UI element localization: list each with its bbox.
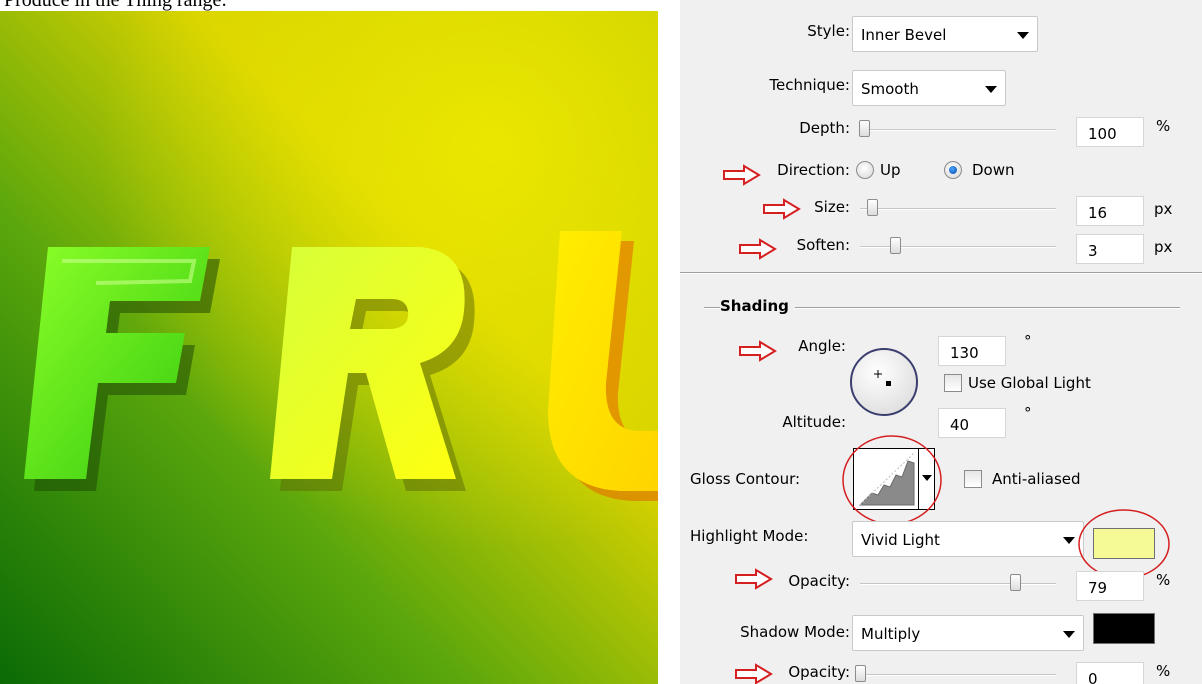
technique-label: Technique: <box>769 76 850 94</box>
highlight-opacity-slider[interactable] <box>860 574 1056 591</box>
technique-select[interactable]: Smooth <box>852 70 1006 106</box>
caret-down-icon <box>985 86 997 93</box>
highlight-mode-label: Highlight Mode: <box>690 527 809 545</box>
slider-thumb[interactable] <box>890 237 902 254</box>
altitude-label: Altitude: <box>782 413 846 431</box>
gloss-contour-label: Gloss Contour: <box>690 470 801 488</box>
caret-down-icon <box>1017 32 1029 39</box>
slider-track <box>860 208 1056 210</box>
angle-unit: ° <box>1024 332 1032 350</box>
shadow-mode-label: Shadow Mode: <box>740 623 850 641</box>
size-input[interactable]: 16 <box>1076 196 1144 226</box>
depth-input[interactable]: 100 <box>1076 117 1144 147</box>
direction-up-label[interactable]: Up <box>880 161 901 179</box>
shadow-opacity-label: Opacity: <box>788 663 850 681</box>
slider-thumb[interactable] <box>866 199 878 216</box>
shadow-mode-value: Multiply <box>861 625 921 643</box>
shadow-opacity-unit: % <box>1156 662 1171 680</box>
slider-thumb[interactable] <box>858 120 870 137</box>
slider-track <box>860 674 1056 676</box>
use-global-light-checkbox[interactable] <box>944 374 962 392</box>
caret-down-icon <box>1063 631 1075 638</box>
size-slider[interactable] <box>860 199 1056 216</box>
slider-track <box>860 583 1056 585</box>
depth-slider[interactable] <box>858 120 1056 137</box>
altitude-input[interactable]: 40 <box>938 408 1006 438</box>
highlight-mode-select[interactable]: Vivid Light <box>852 521 1084 557</box>
slider-track <box>860 129 1056 131</box>
slider-thumb[interactable] <box>1009 574 1021 591</box>
style-value: Inner Bevel <box>861 26 947 44</box>
direction-label: Direction: <box>777 161 850 179</box>
soften-slider[interactable] <box>860 237 1056 254</box>
soften-label: Soften: <box>796 236 850 254</box>
direction-up-radio[interactable] <box>856 161 874 179</box>
shadow-opacity-slider[interactable] <box>855 665 1056 682</box>
depth-label: Depth: <box>799 119 850 137</box>
shadow-mode-select[interactable]: Multiply <box>852 615 1084 651</box>
highlight-mode-value: Vivid Light <box>861 531 940 549</box>
angle-dial-icon[interactable] <box>848 346 920 418</box>
direction-down-radio[interactable] <box>944 161 962 179</box>
shadow-color-swatch[interactable] <box>1093 613 1155 644</box>
soften-unit: px <box>1154 238 1173 256</box>
shadow-opacity-input[interactable]: 0 <box>1076 662 1144 684</box>
red-circle-annotation <box>842 435 942 525</box>
technique-value: Smooth <box>861 80 919 98</box>
anti-aliased-checkbox[interactable] <box>964 470 982 488</box>
slider-thumb[interactable] <box>855 665 866 682</box>
soften-input[interactable]: 3 <box>1076 234 1144 264</box>
highlight-opacity-label: Opacity: <box>788 572 850 590</box>
highlight-opacity-input[interactable]: 79 <box>1076 571 1144 601</box>
style-select[interactable]: Inner Bevel <box>852 16 1038 52</box>
style-label: Style: <box>807 22 850 40</box>
shading-title: Shading <box>720 297 795 315</box>
altitude-unit: ° <box>1024 404 1032 422</box>
angle-input[interactable]: 130 <box>938 336 1006 366</box>
document-canvas <box>0 11 658 684</box>
direction-down-label[interactable]: Down <box>972 161 1015 179</box>
use-global-light-label[interactable]: Use Global Light <box>968 374 1091 392</box>
highlight-opacity-unit: % <box>1156 571 1171 589</box>
anti-aliased-label[interactable]: Anti-aliased <box>992 470 1081 488</box>
depth-unit: % <box>1156 117 1171 135</box>
angle-label: Angle: <box>798 337 846 355</box>
caret-down-icon <box>1063 537 1075 544</box>
size-unit: px <box>1154 200 1173 218</box>
size-label: Size: <box>814 198 850 216</box>
canvas-artwork <box>0 11 658 684</box>
section-divider <box>680 272 1202 274</box>
